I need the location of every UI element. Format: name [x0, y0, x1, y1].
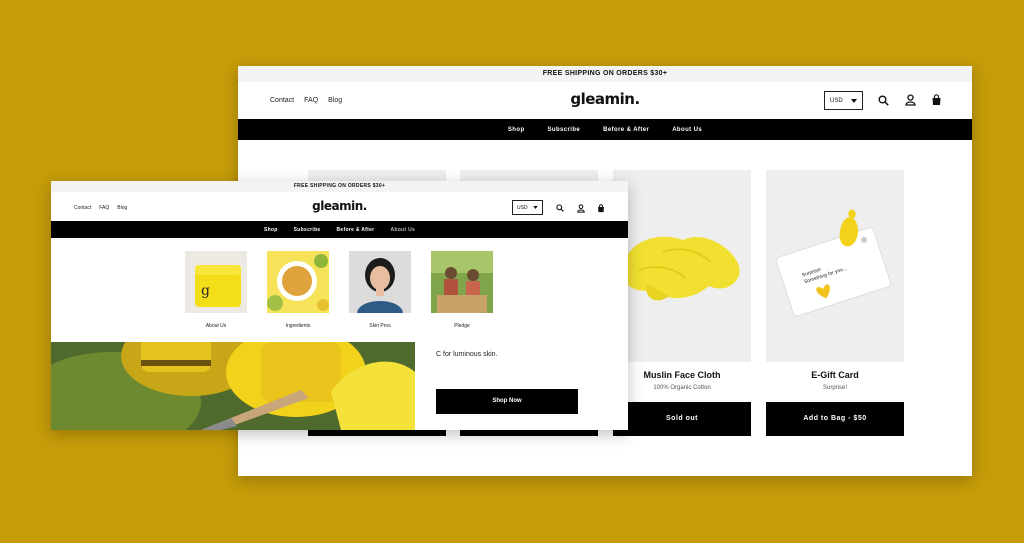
e-gift-card-image[interactable]: Surprise! Something for you...	[766, 170, 904, 362]
face-cloth-illustration	[621, 236, 740, 301]
mega-item-label: About Us	[205, 323, 227, 329]
hero-image	[51, 342, 415, 430]
user-icon[interactable]	[905, 94, 916, 106]
main-nav: Shop Subscribe Before & After About Us	[51, 221, 628, 238]
chevron-down-icon	[851, 98, 857, 103]
currency-select[interactable]: USD	[512, 200, 543, 215]
about-us-mega-menu: g About Us Ingredients Skin Pros Pledge	[51, 238, 628, 342]
search-icon[interactable]	[878, 95, 889, 106]
nav-subscribe[interactable]: Subscribe	[548, 127, 581, 133]
bag-icon[interactable]	[597, 204, 605, 213]
add-to-bag-button[interactable]: Add to Bag - $50	[766, 402, 904, 436]
about-us-image: g	[185, 251, 247, 313]
product-subtitle: Surprise!	[822, 385, 847, 391]
nav-shop[interactable]: Shop	[264, 227, 278, 233]
ingredients-image	[267, 251, 329, 313]
product-title[interactable]: Muslin Face Cloth	[613, 370, 751, 380]
shop-now-button[interactable]: Shop Now	[436, 389, 578, 414]
currency-value: USD	[830, 97, 843, 104]
muslin-face-cloth-image[interactable]	[613, 170, 751, 362]
mega-item-label: Ingredients	[285, 323, 311, 329]
chevron-down-icon	[533, 206, 538, 209]
gift-card-illustration: Surprise! Something for you...	[775, 209, 891, 317]
mega-item-label: Skin Pros	[369, 323, 391, 329]
nav-subscribe[interactable]: Subscribe	[294, 227, 321, 233]
nav-before-after[interactable]: Before & After	[337, 227, 375, 233]
mega-item-pledge[interactable]: Pledge	[431, 251, 493, 329]
mega-item-about-us[interactable]: g About Us	[185, 251, 247, 329]
mega-item-ingredients[interactable]: Ingredients	[267, 251, 329, 329]
user-icon[interactable]	[577, 204, 585, 213]
announcement-bar: FREE SHIPPING ON ORDERS $30+	[238, 66, 972, 82]
currency-select[interactable]: USD	[824, 91, 863, 110]
nav-about-us[interactable]: About Us	[672, 127, 702, 133]
currency-value: USD	[517, 204, 528, 211]
search-icon[interactable]	[556, 204, 564, 212]
nav-about-us[interactable]: About Us	[390, 227, 415, 233]
svg-text:g: g	[201, 283, 210, 299]
nav-before-after[interactable]: Before & After	[603, 127, 649, 133]
front-window: FREE SHIPPING ON ORDERS $30+ Contact FAQ…	[51, 181, 628, 430]
main-nav: Shop Subscribe Before & After About Us	[238, 119, 972, 140]
bag-icon[interactable]	[931, 94, 942, 106]
hero-copy-line: C for luminous skin.	[436, 351, 498, 358]
hero-product-photo	[51, 342, 415, 430]
product-subtitle: 100% Organic Cotton	[653, 385, 711, 391]
product-title[interactable]: E-Gift Card	[766, 370, 904, 380]
mega-item-skin-pros[interactable]: Skin Pros	[349, 251, 411, 329]
nav-shop[interactable]: Shop	[508, 127, 525, 133]
skin-pros-image	[349, 251, 411, 313]
pledge-image	[431, 251, 493, 313]
sold-out-button[interactable]: Sold out	[613, 402, 751, 436]
header: Contact FAQ Blog gleamin. USD	[238, 82, 972, 119]
announcement-bar: FREE SHIPPING ON ORDERS $30+	[51, 181, 628, 192]
mega-item-label: Pledge	[454, 323, 470, 329]
